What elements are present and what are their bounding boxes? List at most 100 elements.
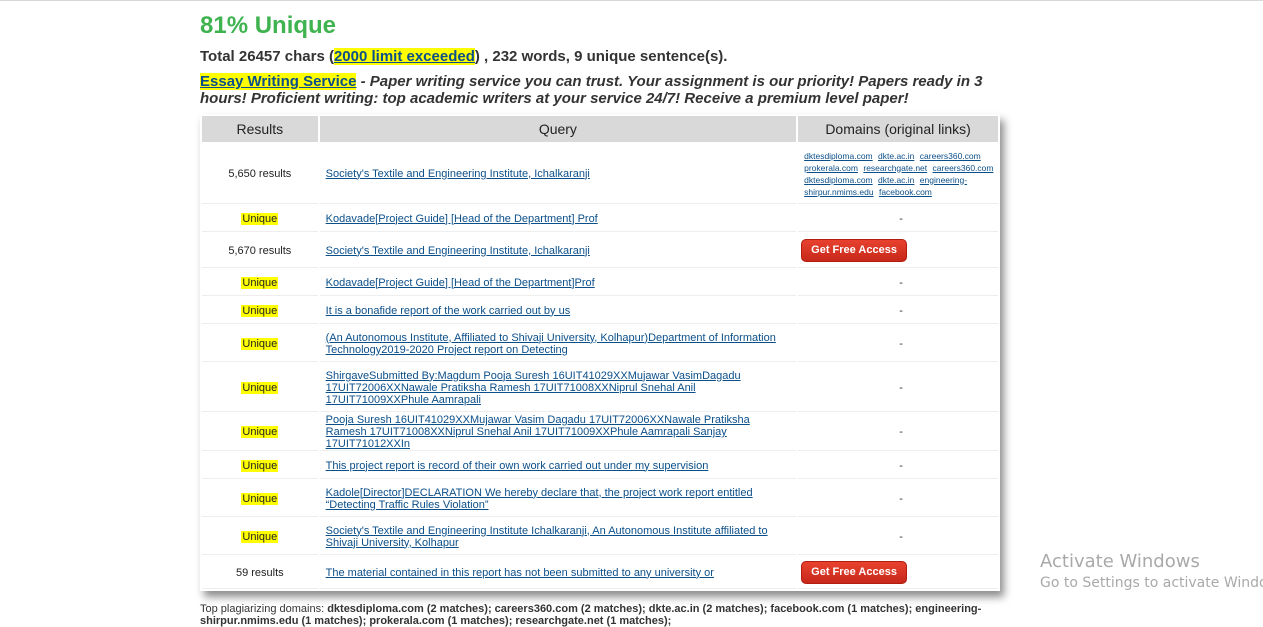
domains-cell: - <box>798 364 998 412</box>
table-row: Unique Society's Textile and Engineering … <box>202 519 998 555</box>
result-count: 5,670 results <box>228 244 292 257</box>
result-count: 59 results <box>235 566 284 579</box>
domains-cell: - <box>798 298 998 324</box>
essay-writing-service-link[interactable]: Essay Writing Service <box>200 73 357 90</box>
table-row: Unique This project report is record of t… <box>202 453 998 479</box>
query-link[interactable]: Kodavade[Project Guide] [Head of the Dep… <box>326 213 598 225</box>
table-body: 5,650 results Society's Textile and Engin… <box>202 144 998 589</box>
query-link[interactable]: Society's Textile and Engineering Instit… <box>326 525 768 549</box>
ad-banner: Essay Writing Service - Paper writing se… <box>200 73 1000 107</box>
domains-cell: - <box>798 270 998 296</box>
domain-link[interactable]: dkte.ac.in <box>878 175 914 185</box>
query-link[interactable]: ShirgaveSubmitted By:Magdum Pooja Suresh… <box>326 370 741 406</box>
table-row: Unique Kadole[Director]DECLARATION We her… <box>202 481 998 517</box>
domains-cell: Get Free Access <box>798 557 998 589</box>
result-count: 5,650 results <box>228 167 292 180</box>
domain-link[interactable]: prokerala.com <box>804 163 858 173</box>
result-cell: Unique <box>202 326 318 362</box>
domain-link[interactable]: dkte.ac.in <box>878 151 914 161</box>
totals-line: Total 26457 chars (2000 limit exceeded) … <box>200 48 1000 66</box>
results-table-container: Results Query Domains (original links) 5… <box>200 114 1000 591</box>
limit-exceeded-link[interactable]: 2000 limit exceeded <box>333 48 475 65</box>
domains-cell: - <box>798 453 998 479</box>
query-cell: This project report is record of their o… <box>319 453 797 479</box>
get-free-access-button[interactable]: Get Free Access <box>801 239 908 262</box>
header-query: Query <box>319 116 797 142</box>
query-link[interactable]: Kodavade[Project Guide] [Head of the Dep… <box>326 277 595 289</box>
no-domain-dash: - <box>899 304 903 317</box>
query-link[interactable]: Society's Textile and Engineering Instit… <box>326 245 590 257</box>
unique-percentage: 81% Unique <box>200 12 337 39</box>
table-row: Unique (An Autonomous Institute, Affiliat… <box>202 326 998 362</box>
domains-cell: dktesdiploma.com dkte.ac.in careers360.c… <box>798 144 998 204</box>
table-row: 5,650 results Society's Textile and Engin… <box>202 144 998 204</box>
domain-link[interactable]: researchgate.net <box>863 163 927 173</box>
unique-badge: Unique <box>241 337 279 350</box>
result-cell: 59 results <box>202 557 318 589</box>
watermark-title: Activate Windows <box>1040 551 1200 572</box>
query-link[interactable]: It is a bonafide report of the work carr… <box>326 305 571 317</box>
results-table: Results Query Domains (original links) 5… <box>200 114 1000 591</box>
domains-cell: - <box>798 206 998 232</box>
no-domain-dash: - <box>899 337 903 350</box>
domains-cell: Get Free Access <box>798 234 998 268</box>
result-cell: Unique <box>202 270 318 296</box>
query-link[interactable]: (An Autonomous Institute, Affiliated to … <box>326 332 776 356</box>
unique-badge: Unique <box>241 212 279 225</box>
watermark-subtitle: Go to Settings to activate Windows. <box>1040 575 1263 591</box>
table-header-row: Results Query Domains (original links) <box>202 116 998 142</box>
domains-cell: - <box>798 519 998 555</box>
query-link[interactable]: Pooja Suresh 16UIT41029XXMujawar Vasim D… <box>326 414 750 450</box>
unique-badge: Unique <box>241 459 279 472</box>
query-cell: Pooja Suresh 16UIT41029XXMujawar Vasim D… <box>319 414 797 451</box>
no-domain-dash: - <box>899 492 903 505</box>
domain-link[interactable]: careers360.com <box>920 151 981 161</box>
query-cell: Kodavade[Project Guide] [Head of the Dep… <box>319 270 797 296</box>
unique-badge: Unique <box>241 304 279 317</box>
table-row: Unique Kodavade[Project Guide] [Head of t… <box>202 270 998 296</box>
table-row: Unique Pooja Suresh 16UIT41029XXMujawar V… <box>202 414 998 451</box>
result-cell: Unique <box>202 453 318 479</box>
domain-link[interactable]: careers360.com <box>933 163 994 173</box>
query-cell: ShirgaveSubmitted By:Magdum Pooja Suresh… <box>319 364 797 412</box>
no-domain-dash: - <box>899 276 903 289</box>
no-domain-dash: - <box>899 426 903 438</box>
table-row: Unique It is a bonafide report of the wor… <box>202 298 998 324</box>
no-domain-dash: - <box>899 212 903 225</box>
query-cell: The material contained in this report ha… <box>319 557 797 589</box>
table-row: 5,670 results Society's Textile and Engin… <box>202 234 998 268</box>
query-link[interactable]: The material contained in this report ha… <box>326 567 714 579</box>
unique-badge: Unique <box>241 381 279 394</box>
result-cell: 5,670 results <box>202 234 318 268</box>
top-plagiarizing-domains: Top plagiarizing domains: dktesdiploma.c… <box>200 603 1000 627</box>
result-cell: 5,650 results <box>202 144 318 204</box>
results-summary: 81% Unique Total 26457 chars (2000 limit… <box>200 10 1000 107</box>
query-link[interactable]: Kadole[Director]DECLARATION We hereby de… <box>326 487 753 511</box>
top-divider <box>0 0 1263 1</box>
unique-badge: Unique <box>241 426 279 438</box>
table-row: Unique ShirgaveSubmitted By:Magdum Pooja … <box>202 364 998 412</box>
domains-cell: - <box>798 414 998 451</box>
get-free-access-button[interactable]: Get Free Access <box>801 561 908 584</box>
query-link[interactable]: Society's Textile and Engineering Instit… <box>326 168 590 180</box>
query-cell: Kadole[Director]DECLARATION We hereby de… <box>319 481 797 517</box>
result-cell: Unique <box>202 519 318 555</box>
totals-prefix: Total 26457 chars ( <box>200 48 334 65</box>
result-cell: Unique <box>202 481 318 517</box>
query-cell: Society's Textile and Engineering Instit… <box>319 234 797 268</box>
table-row: Unique Kodavade[Project Guide] [Head of t… <box>202 206 998 232</box>
no-domain-dash: - <box>899 530 903 543</box>
query-cell: Society's Textile and Engineering Instit… <box>319 144 797 204</box>
no-domain-dash: - <box>899 459 903 472</box>
query-link[interactable]: This project report is record of their o… <box>326 460 709 472</box>
domain-link[interactable]: facebook.com <box>879 187 932 197</box>
query-cell: It is a bonafide report of the work carr… <box>319 298 797 324</box>
result-cell: Unique <box>202 206 318 232</box>
unique-badge: Unique <box>241 492 279 505</box>
activate-windows-watermark: Activate Windows Go to Settings to activ… <box>1040 551 1263 593</box>
table-row: 59 results The material contained in this… <box>202 557 998 589</box>
result-cell: Unique <box>202 298 318 324</box>
query-cell: (An Autonomous Institute, Affiliated to … <box>319 326 797 362</box>
domain-link[interactable]: dktesdiploma.com <box>804 151 873 161</box>
domain-link[interactable]: dktesdiploma.com <box>804 175 873 185</box>
